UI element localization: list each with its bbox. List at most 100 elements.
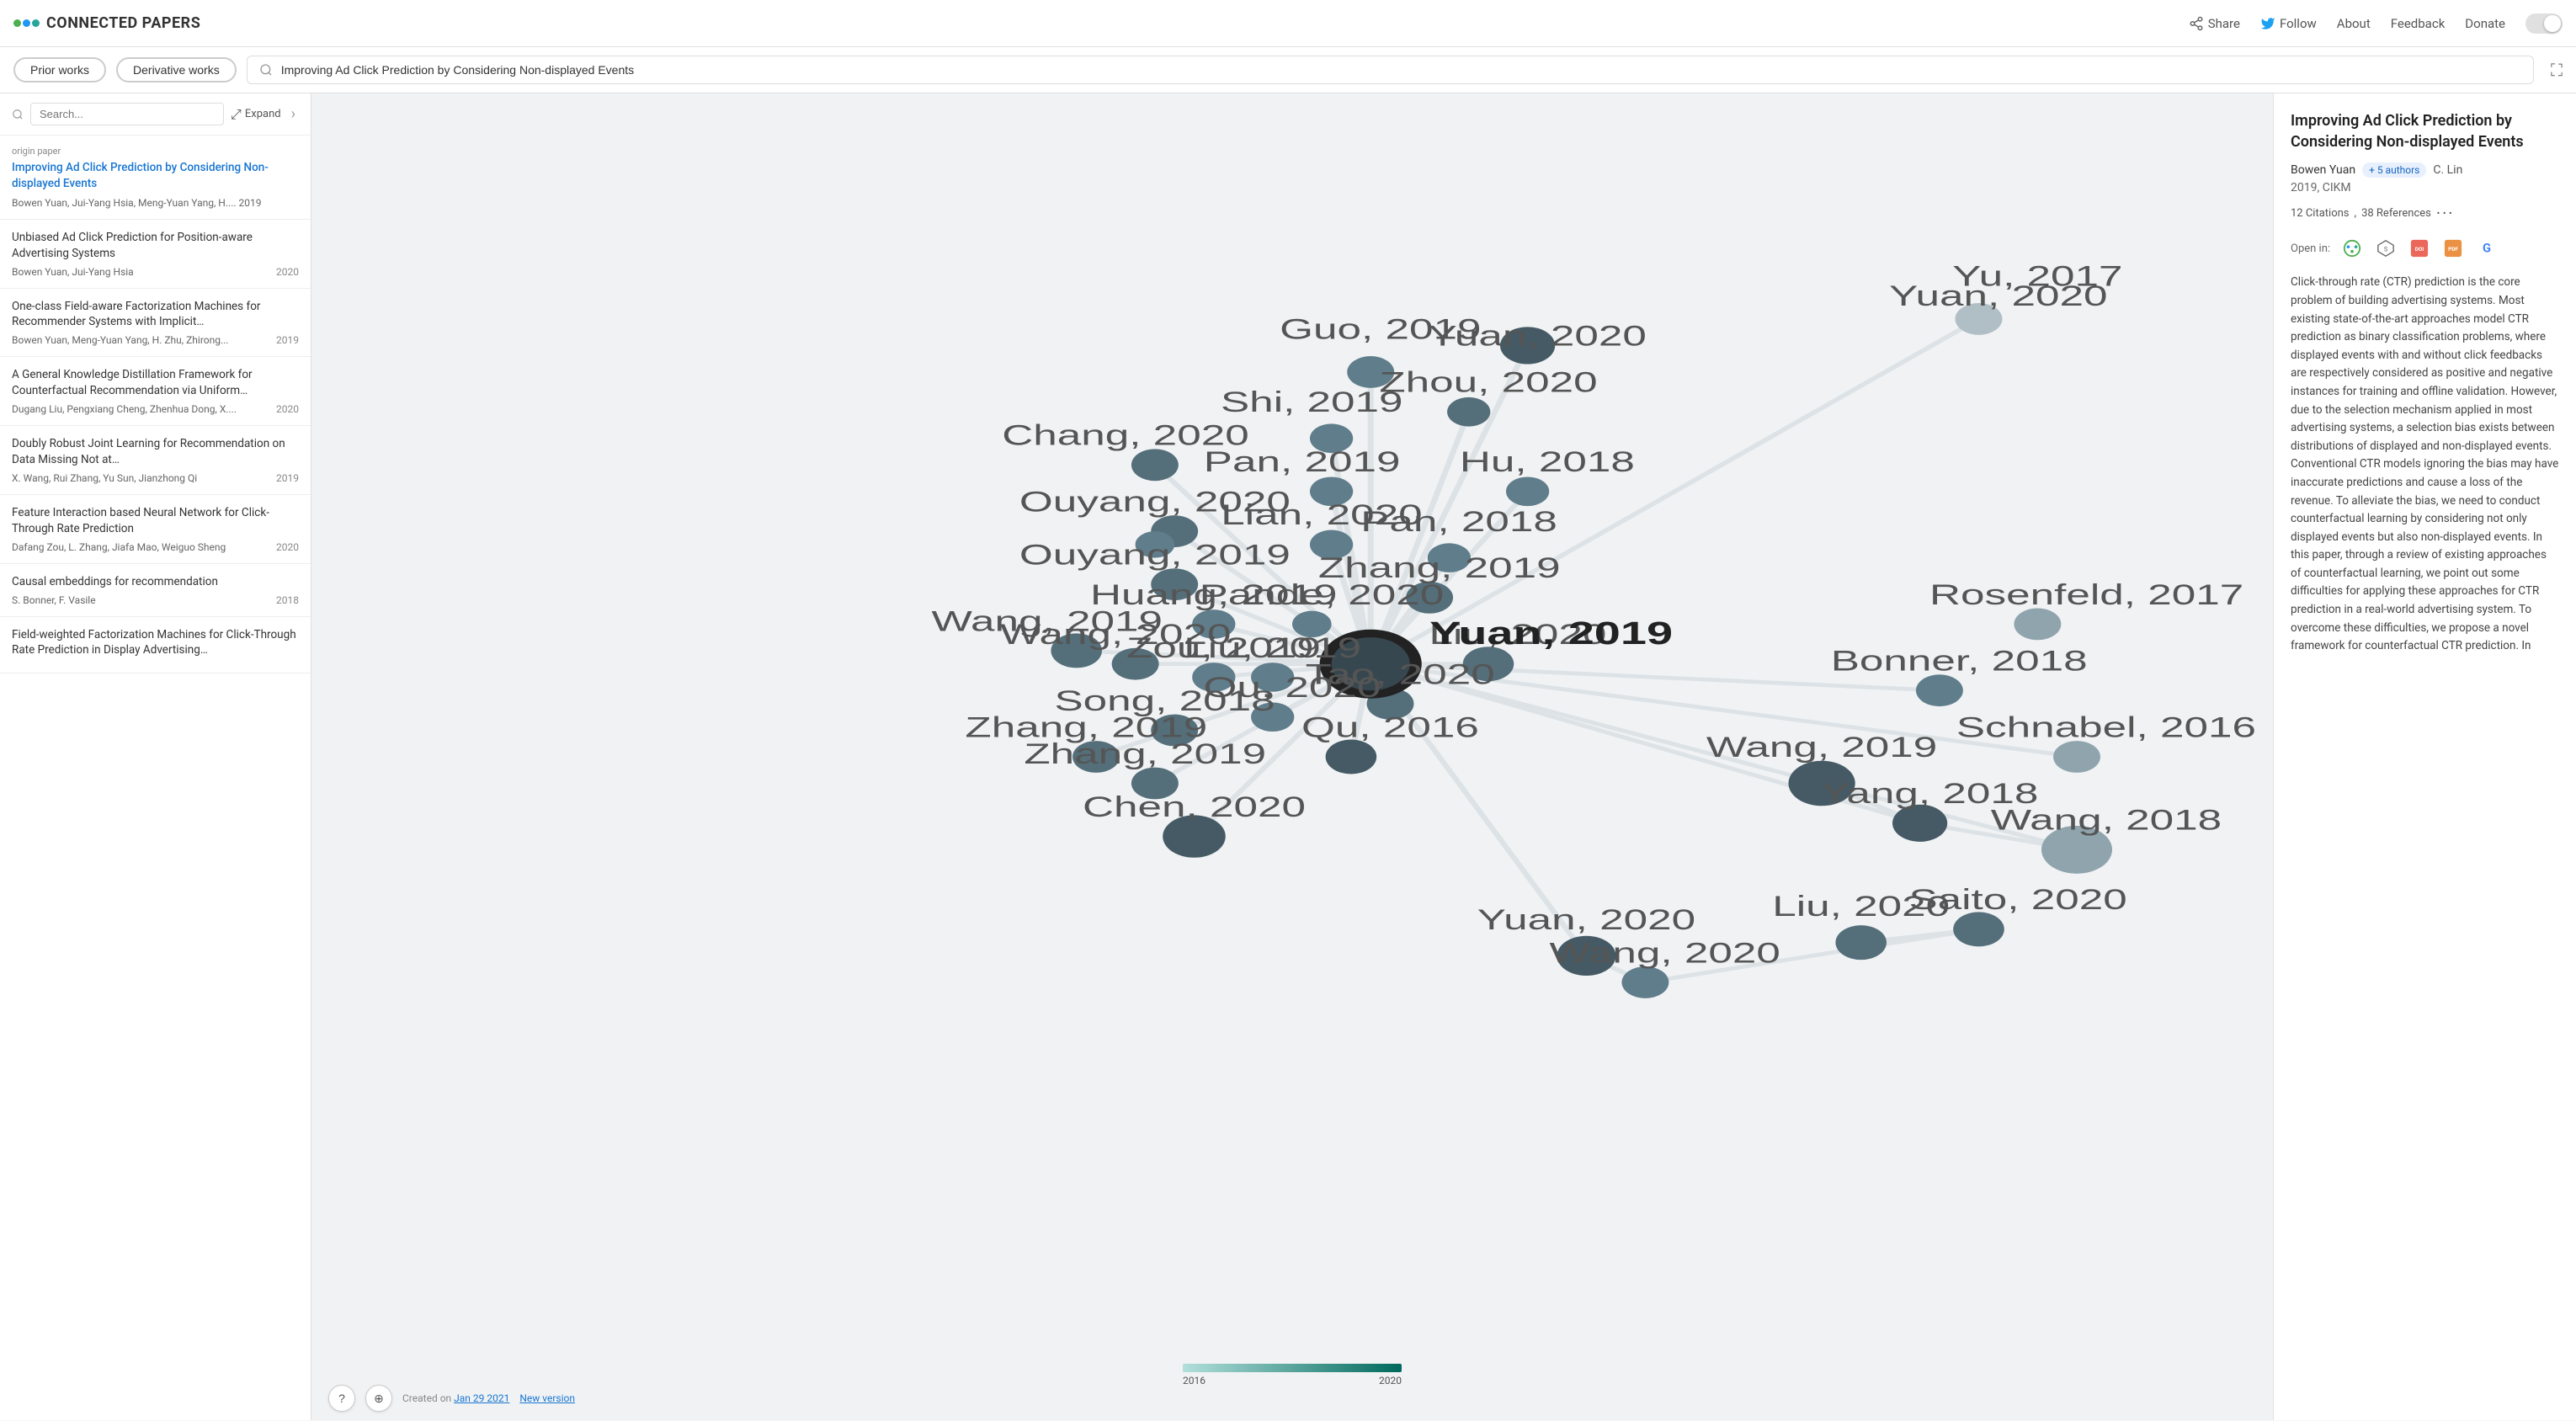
paper-title: Field-weighted Factorization Machines fo…: [12, 627, 299, 659]
paper-authors: X. Wang, Rui Zhang, Yu Sun, Jianzhong Qi: [12, 472, 269, 484]
svg-text:G: G: [2483, 241, 2491, 256]
connected-papers-open-icon[interactable]: [2340, 237, 2364, 260]
graph-bottom: ? ⊕ Created on Jan 29 2021 New version: [328, 1385, 575, 1412]
google-scholar-icon[interactable]: G: [2475, 237, 2499, 260]
paper-year: 2020: [276, 403, 299, 415]
timeline-track: [1183, 1364, 1402, 1372]
graph-area: Yuan, 2020 Yu, 2017 Guo, 2019 Zhou, 2020…: [311, 93, 2273, 1420]
svg-text:Schnabel, 2016: Schnabel, 2016: [1956, 710, 2256, 743]
derivative-works-tab[interactable]: Derivative works: [116, 57, 237, 82]
svg-text:Wang, 2018: Wang, 2018: [1991, 804, 2222, 837]
svg-text:Pan, 2019: Pan, 2019: [1204, 445, 1401, 478]
about-label: About: [2337, 16, 2371, 31]
paper-title: Unbiased Ad Click Prediction for Positio…: [12, 230, 299, 262]
open-in-label: Open in:: [2291, 242, 2330, 255]
search-input[interactable]: [281, 63, 2521, 77]
timeline-bar: 2016 2020: [1183, 1364, 1402, 1386]
more-button[interactable]: ···: [2436, 203, 2455, 223]
right-panel: Improving Ad Click Prediction by Conside…: [2273, 93, 2576, 1420]
new-version-link[interactable]: New version: [519, 1392, 575, 1404]
theme-toggle[interactable]: [2525, 13, 2563, 34]
list-item[interactable]: Field-weighted Factorization Machines fo…: [0, 617, 311, 674]
svg-text:Bonner, 2018: Bonner, 2018: [1831, 645, 2088, 678]
logo-dot-green: [13, 19, 21, 27]
logo-dot-blue: [23, 19, 30, 27]
paper-title: A General Knowledge Distillation Framewo…: [12, 367, 299, 399]
panel-header: ⤢ Expand ›: [0, 93, 311, 136]
panel-collapse-button[interactable]: ›: [288, 102, 299, 126]
citations-count: 12 Citations: [2291, 207, 2350, 220]
expand-button[interactable]: ⤢ Expand: [231, 106, 281, 123]
paper-abstract: Click-through rate (CTR) prediction is t…: [2291, 274, 2559, 655]
help-button[interactable]: ?: [328, 1385, 355, 1412]
panel-search-icon: [12, 109, 24, 120]
share-link[interactable]: Share: [2189, 16, 2240, 31]
paper-authors-row: Bowen Yuan + 5 authors C. Lin: [2291, 162, 2559, 178]
expand-icon: ⤢: [231, 106, 242, 123]
svg-text:Wang, 2020: Wang, 2020: [1549, 936, 1780, 969]
list-item[interactable]: Unbiased Ad Click Prediction for Positio…: [0, 220, 311, 289]
svg-text:DOI: DOI: [2415, 246, 2424, 253]
paper-meta: X. Wang, Rui Zhang, Yu Sun, Jianzhong Qi…: [12, 472, 299, 484]
paper-meta: Dugang Liu, Pengxiang Cheng, Zhenhua Don…: [12, 403, 299, 415]
svg-text:Yuan, 2019: Yuan, 2019: [1429, 616, 1673, 652]
svg-text:Hu, 2018: Hu, 2018: [1460, 445, 1635, 478]
logo-dot-teal: [32, 19, 40, 27]
list-item[interactable]: Doubly Robust Joint Learning for Recomme…: [0, 426, 311, 495]
pdf-icon[interactable]: PDF: [2441, 237, 2465, 260]
header-nav: Share Follow About Feedback Donate: [2189, 13, 2563, 34]
header-left: CONNECTED PAPERS: [13, 14, 200, 32]
graph-svg[interactable]: Yuan, 2020 Yu, 2017 Guo, 2019 Zhou, 2020…: [311, 93, 2273, 1420]
list-item[interactable]: Causal embeddings for recommendation S. …: [0, 564, 311, 617]
authors-badge[interactable]: + 5 authors: [2362, 162, 2426, 178]
paper-meta: Dafang Zou, L. Zhang, Jiafa Mao, Weiguo …: [12, 541, 299, 553]
about-link[interactable]: About: [2337, 16, 2371, 31]
svg-text:Pande, 2020: Pande, 2020: [1200, 578, 1445, 611]
follow-link[interactable]: Follow: [2260, 16, 2317, 31]
paper-title: Feature Interaction based Neural Network…: [12, 505, 299, 537]
references-count: 38 References: [2361, 207, 2431, 220]
share-label: Share: [2208, 16, 2240, 31]
donate-link[interactable]: Donate: [2465, 16, 2505, 31]
svg-text:Shi, 2019: Shi, 2019: [1221, 386, 1403, 418]
svg-text:Saito, 2020: Saito, 2020: [1908, 883, 2126, 916]
paper-authors: Bowen Yuan, Jui-Yang Hsia: [12, 266, 269, 278]
origin-paper-title[interactable]: Improving Ad Click Prediction by Conside…: [12, 160, 299, 192]
list-item[interactable]: One-class Field-aware Factorization Mach…: [0, 289, 311, 358]
doi-icon[interactable]: DOI: [2408, 237, 2431, 260]
list-item[interactable]: Feature Interaction based Neural Network…: [0, 495, 311, 564]
papers-list: Unbiased Ad Click Prediction for Positio…: [0, 220, 311, 1420]
origin-authors: Bowen Yuan, Jui-Yang Hsia, Meng-Yuan Yan…: [12, 197, 299, 209]
paper-year: 2020: [276, 541, 299, 553]
svg-text:Qu, 2016: Qu, 2016: [1301, 710, 1479, 743]
origin-paper-section: Origin paper Improving Ad Click Predicti…: [0, 136, 311, 220]
paper-detail-title: Improving Ad Click Prediction by Conside…: [2291, 110, 2559, 152]
paper-title: Doubly Robust Joint Learning for Recomme…: [12, 436, 299, 468]
open-in-row: Open in: S DO: [2291, 237, 2559, 260]
donate-label: Donate: [2465, 16, 2505, 31]
origin-label: Origin paper: [12, 146, 299, 157]
prior-works-tab[interactable]: Prior works: [13, 57, 106, 82]
paper-year: 2019: [276, 472, 299, 484]
paper-meta: Bowen Yuan, Meng-Yuan Yang, H. Zhu, Zhir…: [12, 334, 299, 346]
feedback-link[interactable]: Feedback: [2391, 16, 2446, 31]
paper-authors: Bowen Yuan, Meng-Yuan Yang, H. Zhu, Zhir…: [12, 334, 269, 346]
list-item[interactable]: A General Knowledge Distillation Framewo…: [0, 357, 311, 426]
author-extra: C. Lin: [2433, 163, 2462, 177]
svg-text:Yu, 2017: Yu, 2017: [1952, 260, 2122, 293]
search-row: Prior works Derivative works ⛶: [0, 47, 2576, 93]
created-date-link[interactable]: Jan 29 2021: [454, 1392, 509, 1404]
main-layout: ⤢ Expand › Origin paper Improving Ad Cli…: [0, 93, 2576, 1420]
svg-text:Rosenfeld, 2017: Rosenfeld, 2017: [1929, 578, 2243, 611]
paper-authors: Dafang Zou, L. Zhang, Jiafa Mao, Weiguo …: [12, 541, 269, 553]
main-author: Bowen Yuan: [2291, 163, 2355, 177]
fullscreen-button[interactable]: ⛶: [2551, 60, 2563, 80]
logo-icon: [13, 19, 40, 27]
paper-authors: S. Bonner, F. Vasile: [12, 594, 269, 606]
svg-text:Pan, 2018: Pan, 2018: [1360, 505, 1557, 538]
twitter-icon: [2260, 16, 2275, 31]
svg-text:Zhou, 2020: Zhou, 2020: [1379, 366, 1597, 399]
semantic-scholar-icon[interactable]: S: [2374, 237, 2398, 260]
panel-search-input[interactable]: [30, 103, 224, 125]
target-button[interactable]: ⊕: [365, 1385, 392, 1412]
